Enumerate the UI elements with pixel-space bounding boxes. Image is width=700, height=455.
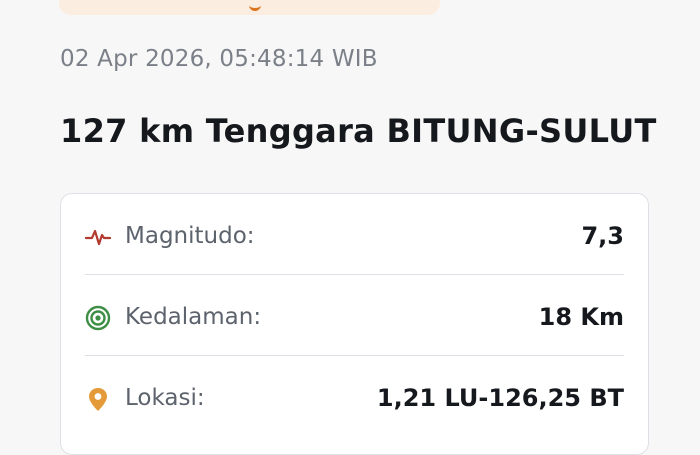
event-timestamp: 02 Apr 2026, 05:48:14 WIB (60, 46, 378, 72)
seismograph-icon (85, 229, 111, 246)
location-value: 1,21 LU-126,25 BT (376, 384, 624, 412)
event-title: 127 km Tenggara BITUNG-SULUT (60, 112, 657, 150)
detail-row-location: Lokasi: 1,21 LU-126,25 BT (85, 356, 624, 436)
magnitude-value: 7,3 (581, 222, 624, 250)
detail-row-depth: Kedalaman: 18 Km (85, 275, 624, 355)
depth-value: 18 Km (538, 303, 624, 331)
location-label: Lokasi: (125, 385, 205, 411)
depth-target-icon (85, 305, 111, 331)
depth-label: Kedalaman: (125, 304, 262, 330)
banner-partial-glyph (249, 2, 261, 11)
location-pin-icon (89, 388, 107, 411)
status-banner (59, 0, 440, 15)
magnitude-label: Magnitudo: (125, 223, 255, 249)
earthquake-details-card: Magnitudo: 7,3 Kedalaman: 18 Km Lokasi: … (60, 193, 649, 455)
detail-row-magnitude: Magnitudo: 7,3 (85, 194, 624, 274)
